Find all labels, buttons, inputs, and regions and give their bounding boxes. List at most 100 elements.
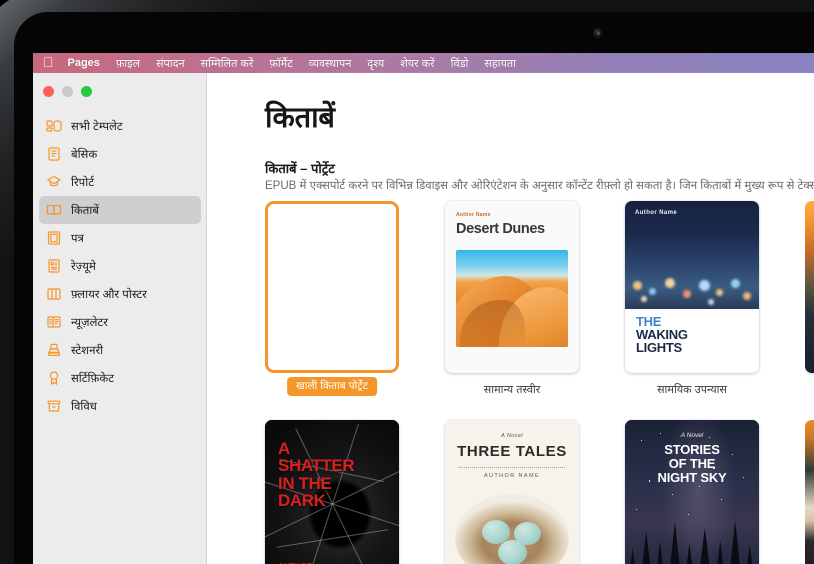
sidebar-item-label: किताबें <box>71 204 99 217</box>
menu-item-window[interactable]: विंडो <box>451 56 469 71</box>
cover-title: A SHATTER IN THE DARK <box>278 439 355 510</box>
cover-title: Desert Dunes <box>456 221 545 237</box>
cover-title: THE WAKING LIGHTS <box>636 313 688 356</box>
template-thumbnail[interactable]: A Novel THREE TALES AUTHOR NAME <box>445 420 579 564</box>
menu-item-pages[interactable]: Pages <box>68 57 100 69</box>
sidebar-list: सभी टेम्पलेट बेसिक रिपोर्ट किताबें पत्र … <box>33 112 207 420</box>
misc-icon <box>45 398 62 415</box>
sidebar-item-newsletter[interactable]: न्यूज़लेटर <box>39 308 201 336</box>
cover-title-line4: DARK <box>278 490 326 510</box>
template-row: A SHATTER IN THE DARK AUTHOR NAME <box>265 420 814 564</box>
menu-item-format[interactable]: फ़ॉर्मैट <box>269 56 292 71</box>
template-label: खाली किताब पोर्ट्रेट <box>287 377 377 396</box>
all-templates-icon <box>45 118 62 135</box>
template-chooser: किताबें किताबें – पोर्ट्रेट EPUB में एक्… <box>207 73 814 564</box>
template-card-three-tales[interactable]: A Novel THREE TALES AUTHOR NAME <box>445 420 579 564</box>
template-thumbnail[interactable]: A Novel STORIES OF THE NIGHT SKY <box>625 420 759 564</box>
close-button[interactable] <box>43 86 54 97</box>
menu-item-edit[interactable]: संपादन <box>156 56 184 71</box>
template-thumbnail[interactable]: Author Name THE WAKING LIGHTS <box>625 201 759 373</box>
menu-item-help[interactable]: सहायता <box>484 56 516 71</box>
menu-item-view[interactable]: दृश्य <box>367 56 384 71</box>
menu-bar[interactable]:  Pages फ़ाइल संपादन सम्मिलित करें फ़ॉर्… <box>33 53 814 73</box>
template-card-shatter[interactable]: A SHATTER IN THE DARK AUTHOR NAME <box>265 420 399 564</box>
apple-icon[interactable]:  <box>43 55 54 69</box>
cover-subtitle: A Novel <box>680 432 704 439</box>
template-thumbnail[interactable] <box>805 420 814 564</box>
zoom-button[interactable] <box>81 86 92 97</box>
cover-title-line2: SHATTER <box>278 456 355 476</box>
sidebar-item-label: सभी टेम्पलेट <box>71 120 123 133</box>
cover-title-line1: STORIES <box>664 442 720 457</box>
template-thumbnail[interactable] <box>805 201 814 373</box>
menu-item-file[interactable]: फ़ाइल <box>116 56 140 71</box>
cover-author: AUTHOR NAME <box>483 473 541 479</box>
sidebar-item-misc[interactable]: विविध <box>39 392 201 420</box>
report-icon <box>45 174 62 191</box>
cover-title-line3: LIGHTS <box>636 340 682 356</box>
cover-title: STORIES OF THE NIGHT SKY <box>625 442 759 486</box>
cover-divider <box>459 467 565 468</box>
flyer-poster-icon <box>45 286 62 303</box>
template-card-blank-book-portrait[interactable]: खाली किताब पोर्ट्रेट <box>265 201 399 397</box>
cover-title: THREE TALES <box>457 443 567 460</box>
template-thumbnail[interactable]: Author Name Desert Dunes <box>445 201 579 373</box>
sidebar-item-label: विविध <box>71 400 97 413</box>
sidebar-item-stationery[interactable]: स्टेशनरी <box>39 336 201 364</box>
sidebar-item-resume[interactable]: रेज़्यूमे <box>39 252 201 280</box>
cover-author: Author Name <box>456 212 491 218</box>
cover-subtitle: A Novel <box>501 433 523 439</box>
minimize-button[interactable] <box>62 86 73 97</box>
sidebar-item-flyers-posters[interactable]: फ़्लायर और पोस्टर <box>39 280 201 308</box>
cover-title-line1: A <box>278 439 290 458</box>
window-traffic-lights <box>43 86 92 97</box>
sidebar-item-certificate[interactable]: सर्टिफ़िकेट <box>39 364 201 392</box>
sidebar-item-label: सर्टिफ़िकेट <box>71 372 115 385</box>
template-grid: खाली किताब पोर्ट्रेट Author Name Desert … <box>265 201 814 564</box>
cover-title-line1: THE <box>636 313 662 329</box>
sidebar-item-report[interactable]: रिपोर्ट <box>39 168 201 196</box>
resume-icon <box>45 258 62 275</box>
menu-item-arrange[interactable]: व्यवस्थापन <box>309 56 352 71</box>
page-title: किताबें <box>265 102 335 134</box>
template-card-classic-photo[interactable]: Author Name Desert Dunes सामान्य तस्वीर <box>445 201 579 397</box>
cover-image-nest <box>455 494 569 564</box>
letter-icon <box>45 230 62 247</box>
sidebar-item-books[interactable]: किताबें <box>39 196 201 224</box>
cover-image-citylights <box>625 201 759 310</box>
books-icon <box>45 202 62 219</box>
cover-image-treeline <box>625 511 759 564</box>
basic-icon <box>45 146 62 163</box>
cover-image-desert <box>456 250 568 347</box>
template-row: खाली किताब पोर्ट्रेट Author Name Desert … <box>265 201 814 397</box>
sidebar-item-label: न्यूज़लेटर <box>71 316 108 329</box>
template-card-contemporary-novel[interactable]: Author Name THE WAKING LIGHTS सामयिक उपन… <box>625 201 759 397</box>
sidebar-item-all-templates[interactable]: सभी टेम्पलेट <box>39 112 201 140</box>
template-thumbnail[interactable]: A SHATTER IN THE DARK AUTHOR NAME <box>265 420 399 564</box>
sidebar: सभी टेम्पलेट बेसिक रिपोर्ट किताबें पत्र … <box>33 73 207 564</box>
template-card-partial[interactable] <box>805 201 814 397</box>
sidebar-item-label: फ़्लायर और पोस्टर <box>71 288 147 301</box>
newsletter-icon <box>45 314 62 331</box>
sidebar-item-letter[interactable]: पत्र <box>39 224 201 252</box>
template-card-partial[interactable] <box>805 420 814 564</box>
sidebar-item-label: पत्र <box>71 232 84 245</box>
menu-item-share[interactable]: शेयर करें <box>400 56 434 71</box>
template-thumbnail[interactable] <box>265 201 399 373</box>
cover-title-line2: WAKING <box>636 326 688 342</box>
cover-title-line3: IN THE <box>278 473 332 493</box>
cover-title-line3: NIGHT SKY <box>657 470 727 486</box>
template-label: सामान्य तस्वीर <box>483 384 541 396</box>
template-label: सामयिक उपन्यास <box>657 384 727 396</box>
webcam-icon <box>594 29 602 37</box>
pages-window: सभी टेम्पलेट बेसिक रिपोर्ट किताबें पत्र … <box>33 73 814 564</box>
stationery-icon <box>45 342 62 359</box>
sidebar-item-label: रिपोर्ट <box>71 176 94 189</box>
menu-item-insert[interactable]: सम्मिलित करें <box>201 56 254 71</box>
cover-title-line2: OF THE <box>668 456 716 472</box>
cover-author: Author Name <box>635 210 678 216</box>
sidebar-item-label: बेसिक <box>71 148 98 161</box>
sidebar-item-basic[interactable]: बेसिक <box>39 140 201 168</box>
template-card-night-sky[interactable]: A Novel STORIES OF THE NIGHT SKY <box>625 420 759 564</box>
sidebar-item-label: स्टेशनरी <box>71 344 104 357</box>
